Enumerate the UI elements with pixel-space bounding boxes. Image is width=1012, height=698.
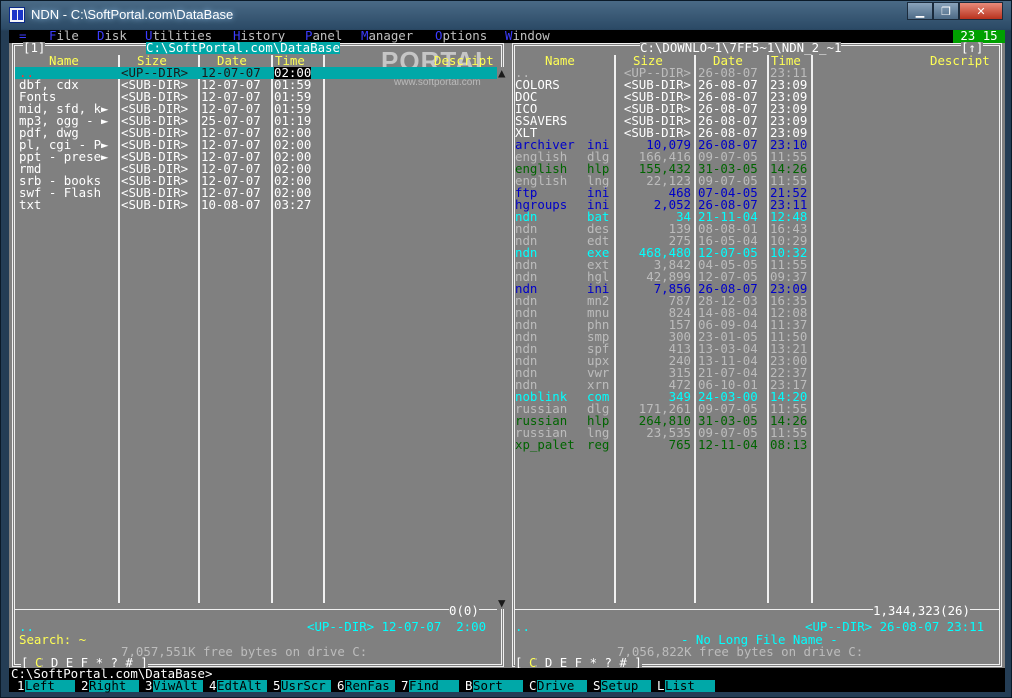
- left-scrollbar[interactable]: [498, 67, 506, 609]
- console-area: 23 15 = File Disk Utilities History Panel Mana…: [9, 28, 1005, 693]
- file-time: 03:27: [274, 197, 312, 212]
- left-free-space: 7,057,551K free bytes on drive C:: [121, 644, 368, 659]
- fkey-C-button[interactable]: Drive: [537, 679, 587, 692]
- fkey-S-button[interactable]: Setup: [601, 679, 651, 692]
- fkey-5-number: 5: [273, 678, 281, 693]
- right-selected-count: 1,344,323(26): [873, 603, 970, 618]
- left-panel-number[interactable]: [1]: [23, 41, 46, 54]
- table-row[interactable]: xp_palet reg 765 12-11-04 08:13: [509, 437, 997, 452]
- fkey-5-button[interactable]: UsrScr: [281, 679, 331, 692]
- title-bar[interactable]: NDN - C:\SoftPortal.com\DataBase ▁ ❐ ✕: [1, 1, 1011, 29]
- left-panel[interactable]: [1] C:\SoftPortal.com\DataBase Name Size…: [9, 41, 509, 669]
- fkey-3-number: 3: [145, 678, 153, 693]
- menu-item-2[interactable]: Disk: [97, 28, 127, 43]
- maximize-icon[interactable]: ❐: [933, 2, 959, 20]
- fkey-B-number: B: [465, 678, 473, 693]
- menu-label: isk: [104, 28, 127, 43]
- fkey-2-button[interactable]: Right: [89, 679, 139, 692]
- right-header-name[interactable]: Name: [545, 54, 575, 67]
- menu-item-6[interactable]: Manager: [361, 28, 414, 43]
- fkey-6-button[interactable]: RenFas: [345, 679, 395, 692]
- file-name: xp_palet: [515, 437, 575, 452]
- fkey-4-button[interactable]: EdtAlt: [217, 679, 267, 692]
- fkey-4-number: 4: [209, 678, 217, 693]
- function-key-bar: 1 Left 2 Right 3 ViwAlt 4 EdtAlt 5 UsrScr 6 RenFas 7…: [9, 678, 1005, 693]
- right-panel[interactable]: C:\DOWNLO~1\7FF5~1\NDN_2_~1 [↑] Name Siz…: [509, 41, 1005, 669]
- right-header-descript[interactable]: Descript: [930, 54, 990, 67]
- menu-item-8[interactable]: Window: [505, 28, 550, 43]
- minimize-icon[interactable]: ▁: [907, 2, 933, 20]
- right-free-space: 7,056,822K free bytes on drive C:: [617, 644, 864, 659]
- file-size: 765: [668, 437, 691, 452]
- fkey-1-number: 1: [17, 678, 25, 693]
- menu-label: indow: [512, 28, 550, 43]
- fkey-7-button[interactable]: Find: [409, 679, 459, 692]
- menu-label: anager: [368, 28, 414, 43]
- menu-item-1[interactable]: File: [49, 28, 79, 43]
- window-controls: ▁ ❐ ✕: [907, 2, 1003, 20]
- left-search-label[interactable]: Search: ~: [19, 633, 86, 646]
- app-window: NDN - C:\SoftPortal.com\DataBase ▁ ❐ ✕ 2…: [0, 0, 1012, 698]
- fkey-C-number: C: [529, 678, 537, 693]
- fkey-S-number: S: [593, 678, 601, 693]
- left-info-details: <UP--DIR> 12-07-07 2:00: [307, 619, 487, 634]
- fkey-6-number: 6: [337, 678, 345, 693]
- fkey-B-button[interactable]: Sort: [473, 679, 523, 692]
- left-scroll-up-icon[interactable]: ▲: [498, 66, 505, 79]
- left-header-descript[interactable]: Descript: [434, 54, 494, 67]
- file-time: 08:13: [770, 437, 808, 452]
- menu-label: ptions: [442, 28, 488, 43]
- fkey-L-button[interactable]: List: [665, 679, 715, 692]
- fkey-7-number: 7: [401, 678, 409, 693]
- table-row[interactable]: txt <SUB-DIR> 10-08-07 03:27: [9, 197, 499, 212]
- left-header-name[interactable]: Name: [49, 54, 79, 67]
- fkey-3-button[interactable]: ViwAlt: [153, 679, 203, 692]
- file-date: 10-08-07: [201, 197, 261, 212]
- left-scroll-down-icon[interactable]: ▼: [498, 596, 505, 609]
- fkey-1-button[interactable]: Left: [25, 679, 75, 692]
- file-date: 12-11-04: [698, 437, 758, 452]
- file-size: <SUB-DIR>: [121, 197, 189, 212]
- left-selected-count: 0(0): [449, 603, 479, 618]
- menu-item-7[interactable]: Options: [435, 28, 488, 43]
- menu-label: ile: [56, 28, 79, 43]
- fkey-L-number: L: [657, 678, 665, 693]
- window-title: NDN - C:\SoftPortal.com\DataBase: [31, 7, 234, 22]
- file-ext: reg: [587, 437, 610, 452]
- close-icon[interactable]: ✕: [959, 2, 1003, 20]
- fkey-2-number: 2: [81, 678, 89, 693]
- right-info-name: ..: [515, 619, 530, 634]
- app-icon: [9, 7, 25, 23]
- file-name: txt: [19, 197, 42, 212]
- left-info-divider: [15, 609, 497, 610]
